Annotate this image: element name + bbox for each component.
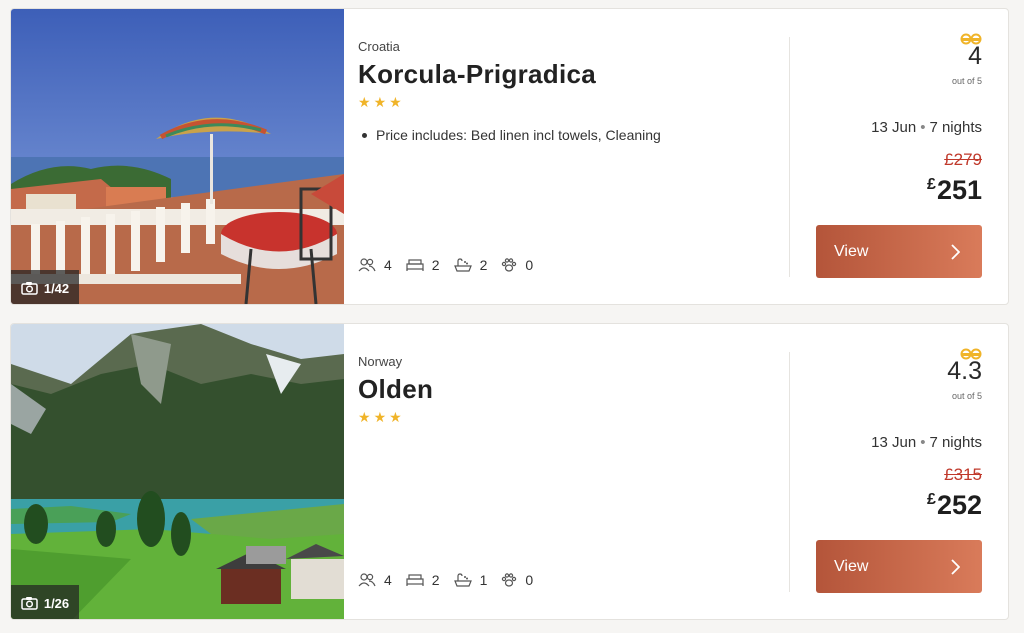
guests-icon: [358, 258, 376, 272]
currency-symbol: £: [927, 176, 936, 193]
guests-amenity: 4: [358, 257, 392, 273]
chevron-right-icon: [951, 558, 960, 575]
photo-counter-label: 1/42: [43, 280, 70, 296]
star-icon: ★: [389, 409, 402, 425]
guests-count: 4: [384, 257, 392, 273]
bedrooms-amenity: 2: [406, 572, 440, 588]
price-amount: 251: [936, 175, 982, 205]
current-price: £252: [927, 490, 982, 521]
listing-country: Norway: [358, 354, 403, 369]
arrival-date: 13 Jun: [871, 119, 917, 136]
chevron-right-icon: [951, 243, 960, 260]
view-button-label: View: [834, 557, 869, 575]
amenities-row: 4 2 1 0: [358, 572, 533, 588]
bathrooms-amenity: 1: [453, 572, 488, 588]
bathrooms-count: 1: [479, 572, 488, 588]
separator-dot: •: [920, 434, 926, 451]
separator-dot: •: [920, 119, 926, 136]
guests-amenity: 4: [358, 572, 392, 588]
view-button-label: View: [834, 242, 869, 260]
pets-amenity: 0: [501, 572, 533, 588]
star-rating: ★ ★ ★: [358, 95, 402, 109]
photo-counter-label: 1/26: [43, 595, 70, 611]
listing-info: Croatia Korcula-Prigradica ★ ★ ★ Price i…: [358, 9, 788, 304]
bath-icon: [453, 257, 472, 272]
price-panel: 4 out of 5 13 Jun • 7 nights £279 £251 Vie…: [792, 9, 982, 304]
bedrooms-amenity: 2: [406, 257, 440, 273]
rating-scale: out of 5: [951, 76, 982, 86]
original-price: £315: [944, 465, 982, 484]
guests-icon: [358, 573, 376, 587]
listing-photo-image: [11, 9, 344, 304]
camera-icon: [21, 282, 38, 295]
photo-counter[interactable]: 1/26: [11, 585, 79, 619]
bath-icon: [453, 572, 472, 587]
view-button[interactable]: View: [816, 225, 982, 278]
bedrooms-count: 2: [431, 257, 440, 273]
bathrooms-count: 2: [479, 257, 488, 273]
guests-count: 4: [384, 572, 392, 588]
stay-dates: 13 Jun • 7 nights: [871, 434, 982, 451]
pets-count: 0: [525, 572, 534, 588]
price-panel: 4.3 out of 5 13 Jun • 7 nights £315 £252 V…: [792, 324, 982, 619]
amenities-row: 4 2 2 0: [358, 257, 533, 273]
star-icon: ★: [358, 409, 371, 425]
feature-item: Price includes: Bed linen incl towels, C…: [362, 127, 661, 143]
listing-country: Croatia: [358, 39, 400, 54]
bathrooms-amenity: 2: [453, 257, 488, 273]
listing-title[interactable]: Olden: [358, 374, 433, 405]
original-price: £279: [944, 150, 982, 169]
bed-icon: [406, 259, 424, 271]
column-divider: [789, 37, 790, 277]
arrival-date: 13 Jun: [871, 434, 917, 451]
star-icon: ★: [358, 94, 371, 110]
bed-icon: [406, 574, 424, 586]
rating-score: 4: [968, 42, 982, 70]
listing-title[interactable]: Korcula-Prigradica: [358, 59, 596, 90]
feature-list: Price includes: Bed linen incl towels, C…: [362, 127, 661, 143]
current-price: £251: [927, 175, 982, 206]
listing-photo[interactable]: 1/26: [11, 324, 344, 619]
listing-photo[interactable]: 1/42: [11, 9, 344, 304]
star-icon: ★: [373, 94, 387, 110]
currency-symbol: £: [927, 491, 936, 508]
photo-counter[interactable]: 1/42: [11, 270, 79, 304]
pets-count: 0: [525, 257, 534, 273]
star-icon: ★: [373, 409, 387, 425]
listing-info: Norway Olden ★ ★ ★ 4 2 1 0: [358, 324, 788, 619]
star-icon: ★: [389, 94, 402, 110]
paw-icon: [502, 258, 517, 272]
pets-amenity: 0: [501, 257, 533, 273]
rating-scale: out of 5: [951, 391, 982, 401]
column-divider: [789, 352, 790, 592]
view-button[interactable]: View: [816, 540, 982, 593]
rating-score: 4.3: [947, 357, 982, 385]
listing-card[interactable]: 1/26 Norway Olden ★ ★ ★ 4 2 1 0 4.3 out …: [10, 323, 1009, 620]
camera-icon: [21, 597, 38, 610]
star-rating: ★ ★ ★: [358, 410, 402, 424]
stay-dates: 13 Jun • 7 nights: [871, 119, 982, 136]
price-amount: 252: [936, 490, 982, 520]
listing-card[interactable]: 1/42 Croatia Korcula-Prigradica ★ ★ ★ Pr…: [10, 8, 1009, 305]
bedrooms-count: 2: [431, 572, 440, 588]
listing-photo-image: [11, 324, 344, 619]
paw-icon: [502, 573, 517, 587]
nights-count: 7 nights: [929, 119, 982, 136]
nights-count: 7 nights: [929, 434, 982, 451]
